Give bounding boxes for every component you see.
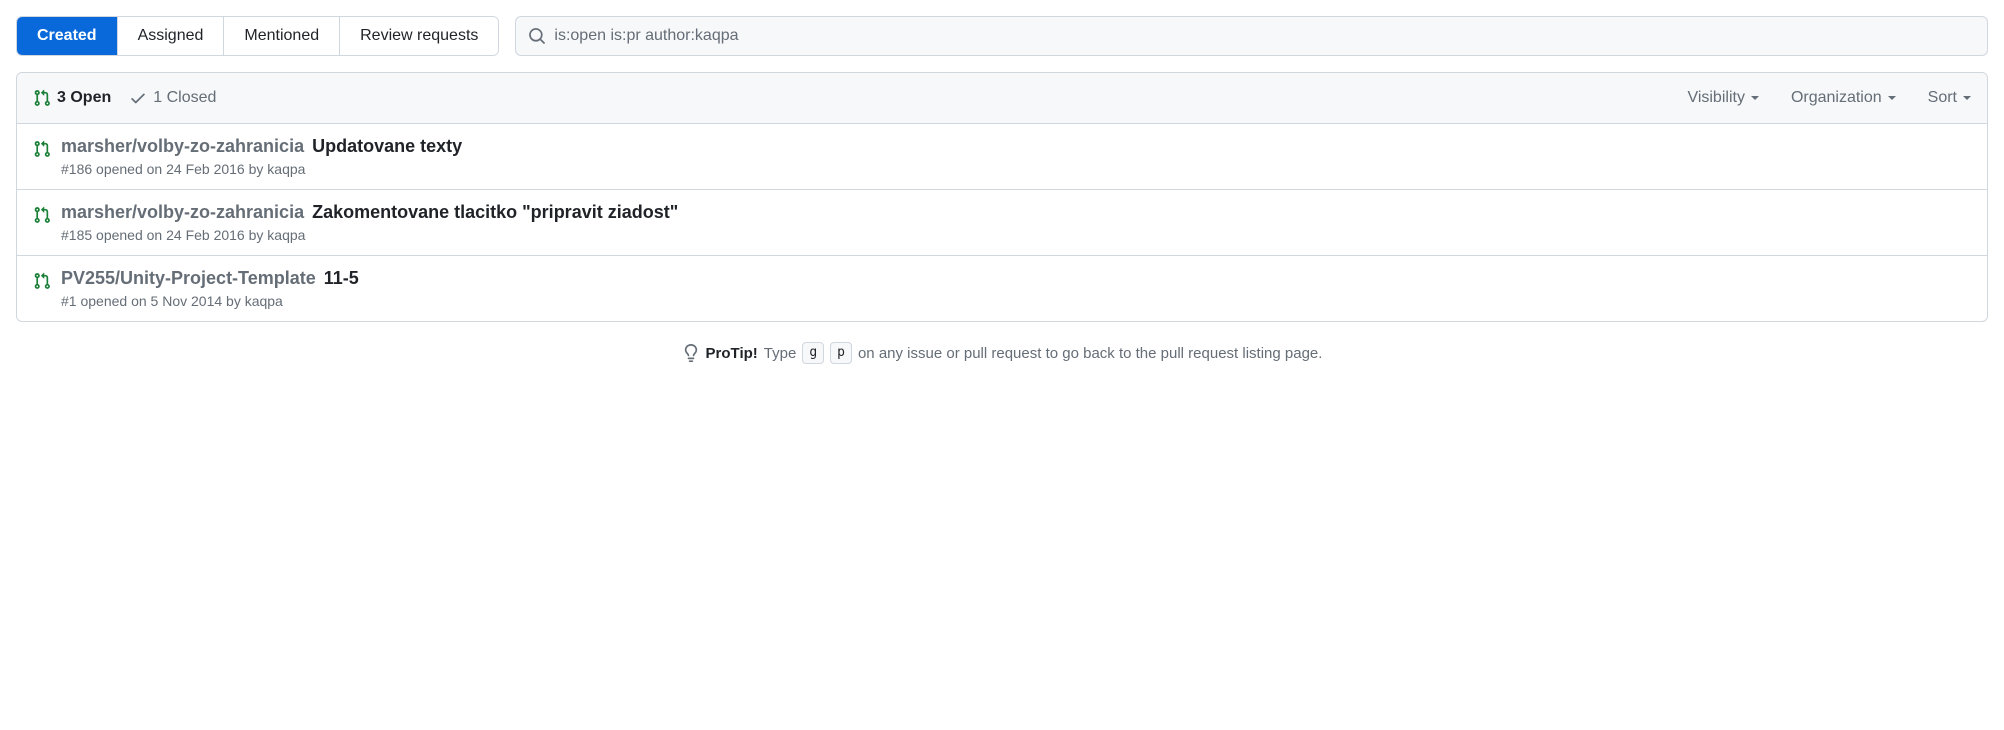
- closed-count-label: 1 Closed: [153, 89, 216, 107]
- search-field-container: [515, 16, 1988, 56]
- pr-meta: #185 opened on 24 Feb 2016 by kaqpa: [61, 227, 1971, 243]
- check-icon: [129, 89, 147, 107]
- list-item: marsher/volby-zo-zahranicia Updatovane t…: [17, 124, 1987, 190]
- chevron-down-icon: [1888, 96, 1896, 100]
- filter-sort[interactable]: Sort: [1928, 89, 1971, 107]
- list-header: 3 Open 1 Closed Visibility Organization …: [17, 73, 1987, 124]
- protip-label: ProTip!: [706, 345, 758, 362]
- pr-meta-text: #1 opened on 5 Nov 2014 by: [61, 293, 245, 309]
- kbd-p: p: [830, 342, 852, 364]
- filter-visibility[interactable]: Visibility: [1687, 89, 1759, 107]
- filter-organization[interactable]: Organization: [1791, 89, 1896, 107]
- open-toggle[interactable]: 3 Open: [33, 89, 111, 107]
- protip: ProTip! Type g p on any issue or pull re…: [16, 342, 1988, 364]
- author-link[interactable]: kaqpa: [267, 227, 305, 243]
- search-input[interactable]: [546, 17, 1975, 55]
- tab-assigned[interactable]: Assigned: [118, 17, 225, 55]
- protip-text-before: Type: [764, 345, 797, 362]
- pr-title-link[interactable]: Zakomentovane tlacitko "pripravit ziados…: [312, 202, 678, 223]
- search-icon: [528, 27, 546, 45]
- filter-organization-label: Organization: [1791, 89, 1882, 107]
- pr-list-box: 3 Open 1 Closed Visibility Organization …: [16, 72, 1988, 322]
- filter-sort-label: Sort: [1928, 89, 1957, 107]
- chevron-down-icon: [1751, 96, 1759, 100]
- tab-review-requests[interactable]: Review requests: [340, 17, 498, 55]
- list-item: PV255/Unity-Project-Template 11-5 #1 ope…: [17, 256, 1987, 321]
- chevron-down-icon: [1963, 96, 1971, 100]
- pr-meta-text: #186 opened on 24 Feb 2016 by: [61, 161, 267, 177]
- open-count-label: 3 Open: [57, 89, 111, 107]
- repo-link[interactable]: marsher/volby-zo-zahranicia: [61, 202, 304, 223]
- kbd-g: g: [802, 342, 824, 364]
- git-pull-request-icon: [33, 89, 51, 107]
- repo-link[interactable]: PV255/Unity-Project-Template: [61, 268, 316, 289]
- closed-toggle[interactable]: 1 Closed: [129, 89, 216, 107]
- pr-meta: #186 opened on 24 Feb 2016 by kaqpa: [61, 161, 1971, 177]
- pr-title-link[interactable]: 11-5: [324, 268, 359, 289]
- tab-mentioned[interactable]: Mentioned: [224, 17, 340, 55]
- filter-menus: Visibility Organization Sort: [1687, 89, 1971, 107]
- protip-text-after: on any issue or pull request to go back …: [858, 345, 1322, 362]
- repo-link[interactable]: marsher/volby-zo-zahranicia: [61, 136, 304, 157]
- pr-meta-text: #185 opened on 24 Feb 2016 by: [61, 227, 267, 243]
- author-link[interactable]: kaqpa: [245, 293, 283, 309]
- git-pull-request-icon: [33, 140, 51, 158]
- filter-visibility-label: Visibility: [1687, 89, 1745, 107]
- pr-title-link[interactable]: Updatovane texty: [312, 136, 462, 157]
- tab-created[interactable]: Created: [17, 17, 118, 55]
- pr-meta: #1 opened on 5 Nov 2014 by kaqpa: [61, 293, 1971, 309]
- list-item: marsher/volby-zo-zahranicia Zakomentovan…: [17, 190, 1987, 256]
- filter-tabs: Created Assigned Mentioned Review reques…: [16, 16, 499, 56]
- git-pull-request-icon: [33, 206, 51, 224]
- author-link[interactable]: kaqpa: [267, 161, 305, 177]
- state-toggle: 3 Open 1 Closed: [33, 89, 216, 107]
- git-pull-request-icon: [33, 272, 51, 290]
- light-bulb-icon: [682, 344, 700, 362]
